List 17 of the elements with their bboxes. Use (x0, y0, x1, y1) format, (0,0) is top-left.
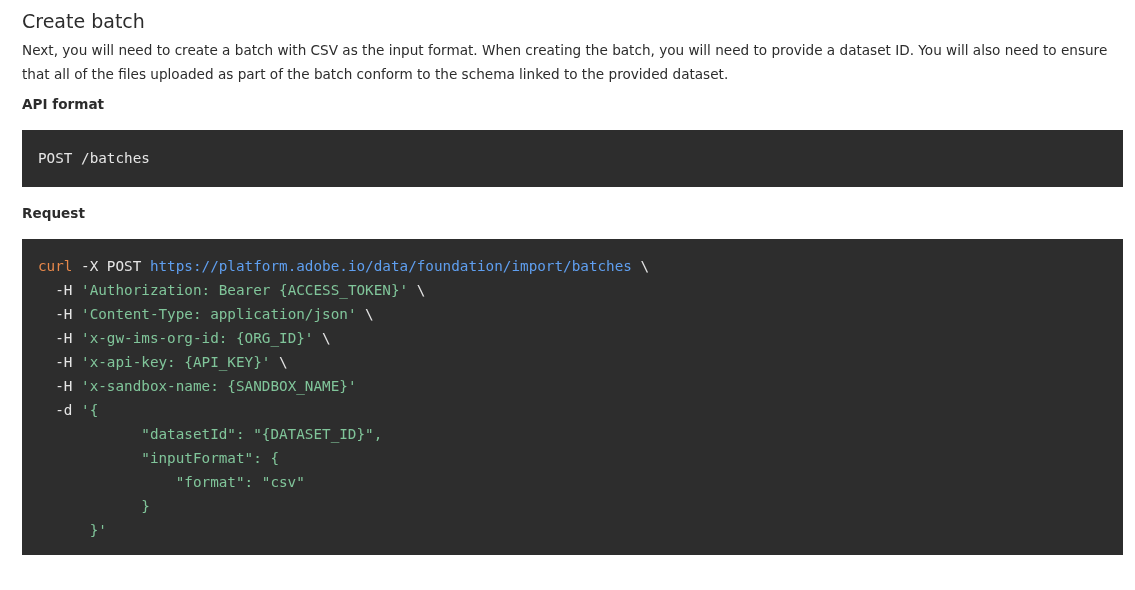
code-line: -H 'x-gw-ims-org-id: {ORG_ID}' \ (54, 329, 331, 349)
intro-paragraph: Next, you will need to create a batch with CSV as the input format. When creating the batch, you will need to provide a dataset ID. You will also need to ensure that all of the files uploaded as part of the batch conform to the schema linked to the provided dataset. (22, 41, 1109, 84)
code-line: -H 'Content-Type: application/json' \ (54, 305, 374, 324)
section-label: API format (22, 95, 106, 114)
code-line: -H 'x-sandbox-name: {SANDBOX_NAME}' (54, 377, 357, 397)
code-line: -H 'x-api-key: {API_KEY}' \ (54, 353, 288, 373)
code-line: "inputFormat": { (140, 449, 279, 468)
section-heading: Create batch (22, 9, 146, 34)
code-line: }' (88, 521, 107, 540)
section-label: Request (22, 204, 86, 223)
code-line: "datasetId": "{DATASET_ID}", (140, 425, 383, 445)
code-line: -H 'Authorization: Bearer {ACCESS_TOKEN}' \ (54, 281, 426, 301)
code-line: curl -X POST https://platform.adobe.io/data/foundation/import/batches \ (38, 257, 650, 276)
code-line: POST /batches (38, 149, 150, 168)
code-line: } (140, 497, 150, 516)
code-line: "format": "csv" (174, 473, 305, 492)
code-line: -d '{ (54, 401, 99, 420)
